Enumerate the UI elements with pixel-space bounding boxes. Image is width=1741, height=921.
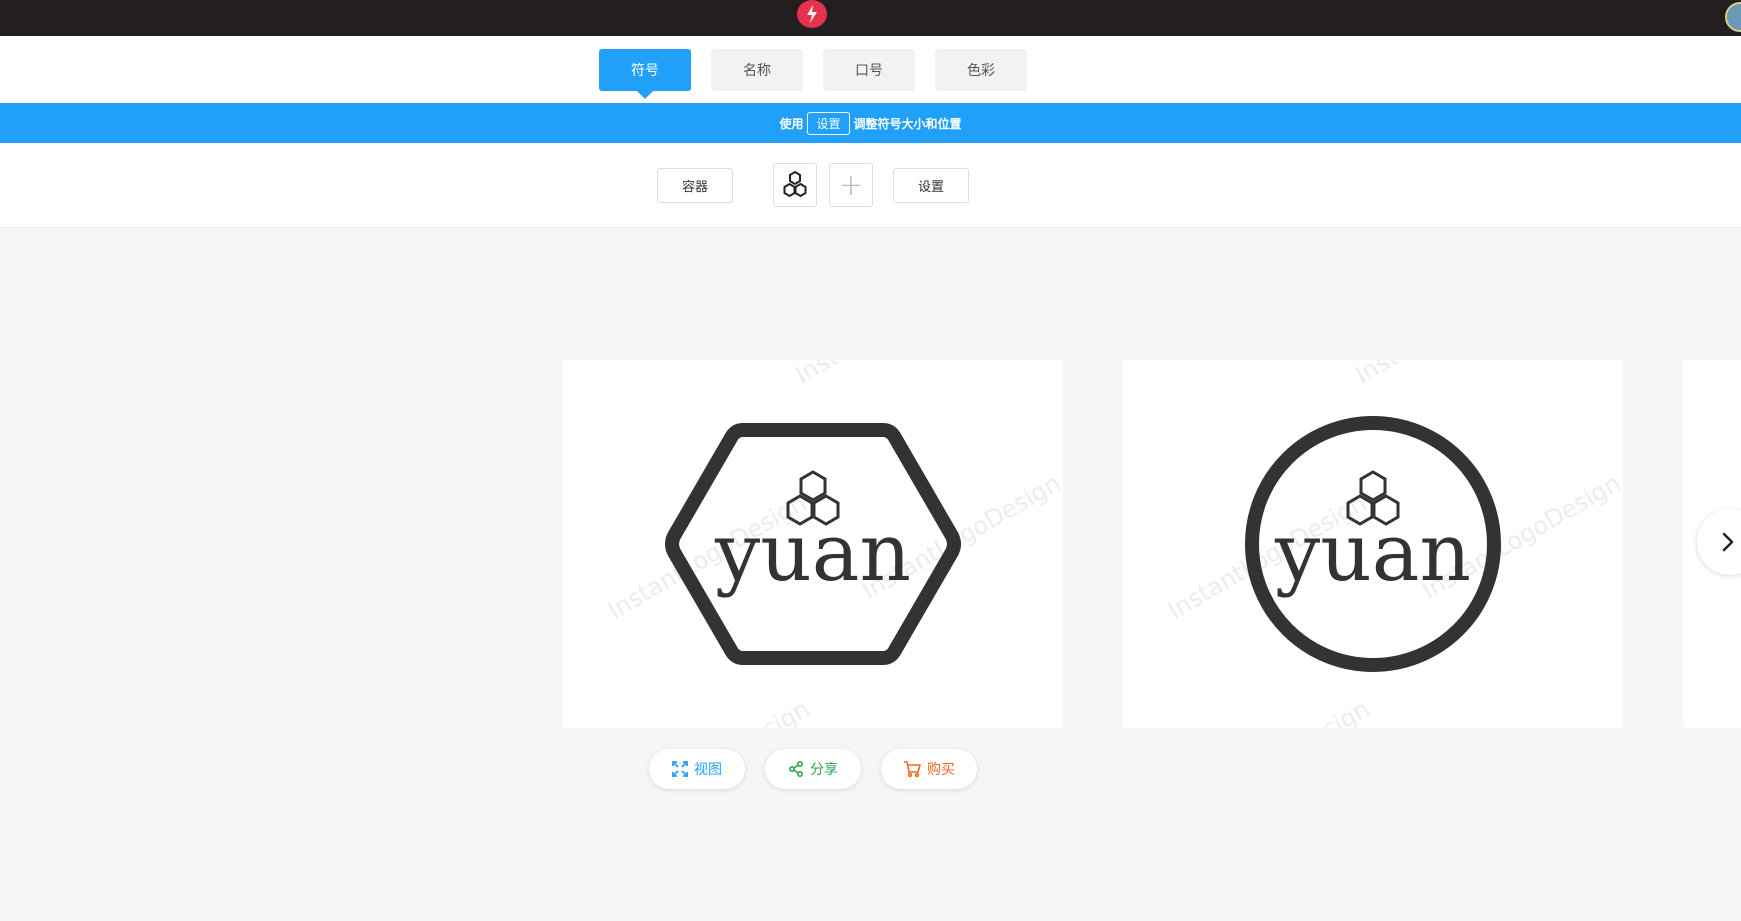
watermark-text: InstantLogoDesign <box>1167 694 1375 728</box>
hint-prefix: 使用 <box>779 116 804 131</box>
hint-suffix: 调整符号大小和位置 <box>853 116 962 131</box>
hint-bar: 使用 设置 调整符号大小和位置 <box>0 103 1741 143</box>
share-label: 分享 <box>810 762 838 778</box>
tab-slogan[interactable]: 口号 <box>823 49 915 91</box>
watermark-text: InstantLogoDesign <box>1351 360 1559 389</box>
buy-label: 购买 <box>927 762 955 778</box>
add-symbol-button[interactable]: + <box>829 163 873 207</box>
view-button[interactable]: 视图 <box>649 749 745 789</box>
avatar[interactable] <box>1725 2 1741 32</box>
share-icon <box>788 761 803 777</box>
top-bar <box>0 0 1741 36</box>
logo-name: yuan <box>714 506 911 599</box>
logo-name: yuan <box>1274 506 1471 599</box>
tab-symbol[interactable]: 符号 <box>599 49 691 99</box>
settings-button[interactable]: 设置 <box>893 168 969 203</box>
buy-button[interactable]: 购买 <box>881 749 977 789</box>
lightning-icon[interactable] <box>797 0 827 28</box>
cart-icon <box>904 761 921 777</box>
watermark-text: InstantLogoDesign <box>607 694 815 728</box>
hint-settings-button[interactable]: 设置 <box>807 111 850 135</box>
watermark-text: InstantLogoDesign <box>791 360 999 389</box>
share-button[interactable]: 分享 <box>765 749 861 789</box>
tab-color[interactable]: 色彩 <box>935 49 1027 91</box>
tab-bar: 符号 名称 口号 色彩 <box>0 36 1741 103</box>
view-label: 视图 <box>694 762 722 778</box>
container-button[interactable]: 容器 <box>657 168 733 203</box>
expand-icon <box>672 761 688 777</box>
tab-name[interactable]: 名称 <box>711 49 803 91</box>
logo-card-circle[interactable]: InstantLogoDesign InstantLogoDesign Inst… <box>1123 360 1623 728</box>
logo-card-hexagon[interactable]: InstantLogoDesign InstantLogoDesign Inst… <box>563 360 1063 728</box>
toolbar: 容器 + 设置 <box>0 143 1741 228</box>
honeycomb-icon[interactable] <box>773 163 817 207</box>
